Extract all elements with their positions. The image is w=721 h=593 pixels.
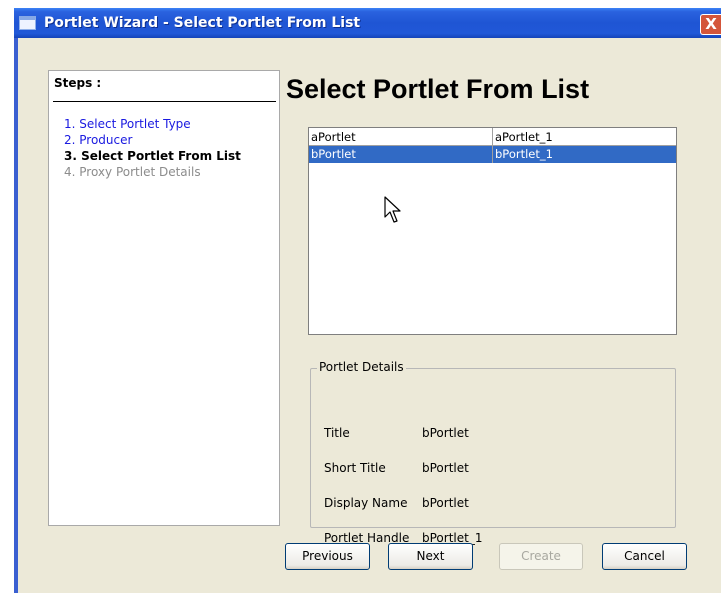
title-value: bPortlet — [422, 426, 469, 440]
mouse-pointer-icon — [384, 196, 401, 223]
portlet-handle: bPortlet_1 — [495, 147, 553, 161]
short-title-label: Short Title — [324, 461, 386, 475]
steps-list: 1. Select Portlet Type 2. Producer 3. Se… — [64, 116, 241, 180]
portlet-name: bPortlet — [311, 147, 356, 161]
title-label: Title — [324, 426, 350, 440]
previous-button[interactable]: Previous — [285, 543, 370, 570]
step-producer[interactable]: 2. Producer — [64, 132, 241, 148]
row-divider — [309, 145, 676, 146]
cancel-button[interactable]: Cancel — [602, 543, 687, 570]
short-title-value: bPortlet — [422, 461, 469, 475]
title-bar[interactable]: Portlet Wizard - Select Portlet From Lis… — [14, 8, 721, 38]
steps-divider — [53, 101, 276, 102]
portlet-name: aPortlet — [311, 130, 356, 144]
step-select-portlet-type[interactable]: 1. Select Portlet Type — [64, 116, 241, 132]
page-title: Select Portlet From List — [286, 74, 590, 104]
display-name-value: bPortlet — [422, 496, 469, 510]
step-proxy-portlet-details: 4. Proxy Portlet Details — [64, 165, 201, 179]
step-select-portlet-from-list: 3. Select Portlet From List — [64, 149, 241, 163]
wizard-window: Portlet Wizard - Select Portlet From Lis… — [14, 8, 721, 593]
portlet-list[interactable]: aPortlet aPortlet_1 bPortlet bPortlet_1 — [308, 127, 677, 335]
window-title: Portlet Wizard - Select Portlet From Lis… — [44, 15, 361, 31]
portlet-details-group: Portlet Details Title bPortlet Short Tit… — [310, 360, 676, 545]
next-button[interactable]: Next — [388, 543, 473, 570]
window-icon — [19, 16, 36, 30]
portlet-handle: aPortlet_1 — [495, 130, 553, 144]
dialog-content: Steps : 1. Select Portlet Type 2. Produc… — [18, 38, 721, 593]
portlet-details-legend: Portlet Details — [317, 360, 406, 374]
steps-panel: Steps : 1. Select Portlet Type 2. Produc… — [48, 70, 280, 526]
create-button: Create — [499, 543, 583, 570]
display-name-label: Display Name — [324, 496, 408, 510]
steps-heading: Steps : — [54, 76, 102, 90]
close-icon: X — [705, 15, 717, 33]
close-button[interactable]: X — [700, 14, 721, 35]
